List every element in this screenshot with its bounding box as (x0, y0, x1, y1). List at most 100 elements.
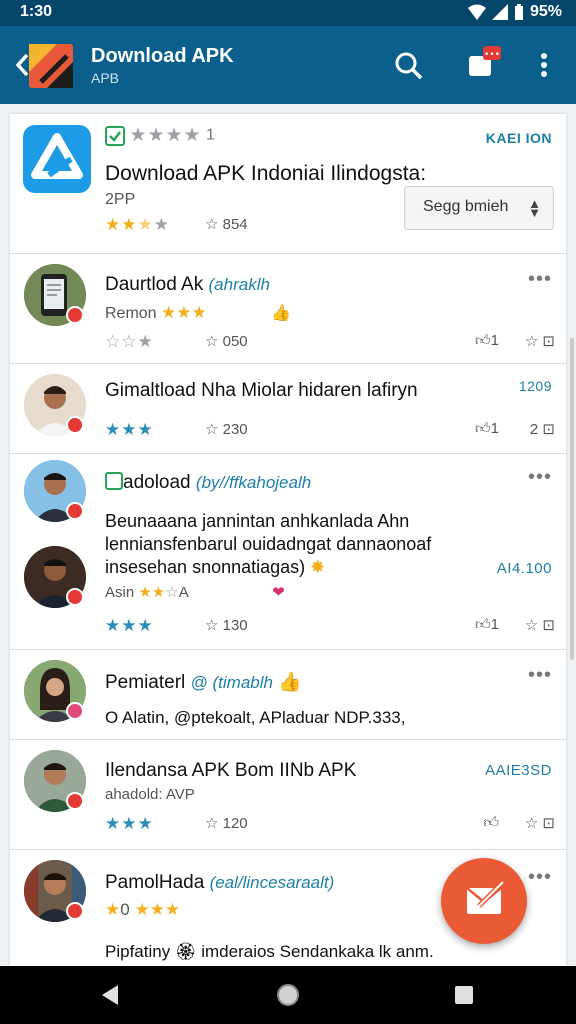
review-actions: ★★★ ☆ 130 👍︎1 ☆ ⊡ (105, 616, 555, 638)
svg-text:•••: ••• (484, 50, 500, 60)
like-button[interactable]: ☆ 050 (205, 332, 248, 350)
notification-icon[interactable]: ••• (465, 44, 505, 84)
nav-recents-icon[interactable] (454, 985, 474, 1005)
more-options-icon[interactable]: ••• (528, 466, 552, 489)
review-item[interactable]: Pemiaterl @ (timablh 👍 ••• O Alatin, @pt… (10, 650, 566, 740)
review-body-line-1: Beunaaana jannintan anhkanlada Ahn (105, 511, 410, 531)
share-button[interactable]: ☆ ⊡ (525, 332, 555, 350)
review-actions: ★★★ ☆ 120 👍︎ ☆ ⊡ (105, 814, 555, 836)
app-header-item: ★★★★ 1 KAEI ION Download APK Indoniai Il… (10, 114, 566, 254)
status-badge (66, 416, 84, 434)
reviewer-name: Pemiaterl @ (timablh 👍 (105, 672, 302, 693)
review-body-line-2: lenniansfenbarul ouidadngat dannaonoaf (105, 534, 432, 554)
status-bar: 1:30 95% (0, 0, 576, 26)
review-tag: AI4.100 (496, 560, 552, 577)
review-tag: AAIE3SD (485, 762, 552, 779)
share-button[interactable]: ☆ ⊡ (525, 616, 555, 634)
sort-caret-icon: ▲ ▼ (528, 196, 541, 220)
reviewer-handle: (by//ffkahojealh (195, 473, 312, 492)
status-badge (66, 502, 84, 520)
more-options-icon[interactable]: ••• (528, 866, 552, 889)
reviewer-meta: ahadold: AVP (105, 786, 195, 803)
header-subtitle: 2PP (105, 191, 136, 208)
compose-icon (466, 880, 505, 914)
thumb-emoji-icon: 👍 (278, 672, 302, 693)
battery-percent: 95% (529, 3, 562, 20)
reviewer-handle: (ahraklh (208, 275, 270, 294)
reviewer-name: Gimaltload Nha Miolar hidaren lafiryn (105, 380, 418, 401)
search-icon[interactable] (393, 50, 425, 82)
status-badge (66, 702, 84, 720)
reply-button[interactable]: 👍︎1 (475, 332, 499, 350)
share-button[interactable]: ☆ ⊡ (525, 814, 555, 832)
like-button[interactable]: ☆ 130 (205, 616, 248, 634)
heart-icon: ❤ (272, 584, 285, 601)
like-button[interactable]: ☆ 230 (205, 420, 248, 438)
status-badge (66, 792, 84, 810)
header-stars: ★★★★ (105, 215, 170, 234)
status-badge (66, 306, 84, 324)
sort-dropdown[interactable]: Segg bmieh ▲ ▼ (404, 186, 554, 230)
like-button[interactable]: ☆ 120 (205, 814, 248, 832)
review-item[interactable]: adoload (by//ffkahojealh ••• Beunaaana j… (10, 454, 566, 650)
nav-home-icon[interactable] (276, 983, 300, 1007)
reviewer-rating: ★0 ★★★ (105, 900, 181, 919)
nav-back-icon[interactable] (100, 984, 120, 1006)
review-item[interactable]: Daurtlod Ak (ahraklh ••• Remon ★★★ 👍 ☆☆★… (10, 254, 566, 364)
reply-button[interactable]: 👍︎1 (475, 420, 499, 438)
reviewer-name: Daurtlod Ak (ahraklh (105, 274, 270, 295)
thumb-emoji-icon: 👍 (271, 305, 292, 322)
signal-icon (491, 4, 508, 20)
status-icons: 95% (467, 3, 562, 21)
reviewer-handle: (eal/lincesaraalt) (209, 873, 335, 892)
sort-label: Segg bmieh (423, 198, 509, 215)
status-badge (66, 588, 84, 606)
app-subtitle: APB (91, 70, 120, 86)
app-title: Download APK (91, 45, 234, 67)
reviewer-meta: Asin ★★☆A ❤ (105, 584, 285, 601)
verified-rating: ★★★★ 1 (105, 124, 215, 146)
header-tag: KAEI ION (485, 130, 552, 146)
review-item[interactable]: Ilendansa APK Bom IINb APK AAIE3SD ahado… (10, 740, 566, 850)
review-actions: ☆☆★ ☆ 050 👍︎1 ☆ ⊡ (105, 332, 555, 354)
scrollbar[interactable] (570, 338, 574, 660)
compose-fab-button[interactable] (441, 858, 527, 944)
reviewer-name: Ilendansa APK Bom IINb APK (105, 760, 357, 781)
header-like[interactable]: ☆ 854 (205, 215, 248, 233)
review-actions: ★★★ ☆ 230 👍︎1 2 ⊡ (105, 420, 555, 442)
more-options-icon[interactable]: ••• (528, 664, 552, 687)
app-logo (29, 44, 73, 88)
header-title: Download APK Indoniai Ilindogsta: (105, 162, 427, 185)
reply-button[interactable]: 👍︎ (483, 814, 499, 832)
review-stars: ★★★ (105, 814, 154, 833)
battery-icon (514, 4, 523, 20)
review-tag: 1209 (518, 378, 552, 394)
more-options-icon[interactable]: ••• (528, 268, 552, 291)
review-body: O Alatin, @ptekoalt, APladuar NDP.333, (105, 708, 406, 727)
app-icon[interactable] (23, 125, 91, 193)
thumb-up-icon: ☆ (205, 216, 219, 233)
review-stars: ★★★ (105, 616, 154, 635)
reviewer-name: PamolHada (eal/lincesaraalt) (105, 872, 335, 893)
header-count: 854 (222, 216, 248, 233)
status-badge (66, 902, 84, 920)
status-time: 1:30 (20, 3, 53, 20)
reviewer-meta: Remon ★★★ 👍 (105, 303, 292, 322)
verified-check-icon (105, 125, 125, 146)
rating-stars: ★★★★ (129, 125, 202, 146)
reply-button[interactable]: 👍︎1 (475, 616, 499, 634)
system-nav-bar (0, 966, 576, 1024)
verified-check-icon (105, 472, 123, 490)
rating-value: 1 (206, 126, 215, 144)
review-body-line-3: insesehan snonnatiagas) ✸ (105, 557, 326, 577)
app-bar: Download APK APB ••• (0, 26, 576, 104)
wifi-icon (467, 4, 486, 20)
share-button[interactable]: 2 ⊡ (530, 420, 555, 438)
review-body: Pipfatiny 🏵 imderaios Sendankaka lk anm. (105, 942, 434, 961)
review-stars: ☆☆★ (105, 332, 154, 351)
reviewer-name: adoload (by//ffkahojealh (105, 472, 311, 494)
overflow-menu-icon[interactable] (530, 50, 558, 82)
review-stars: ★★★ (105, 420, 154, 439)
reviewer-handle: @ (timablh (190, 673, 273, 692)
review-item[interactable]: Gimaltload Nha Miolar hidaren lafiryn 12… (10, 364, 566, 454)
